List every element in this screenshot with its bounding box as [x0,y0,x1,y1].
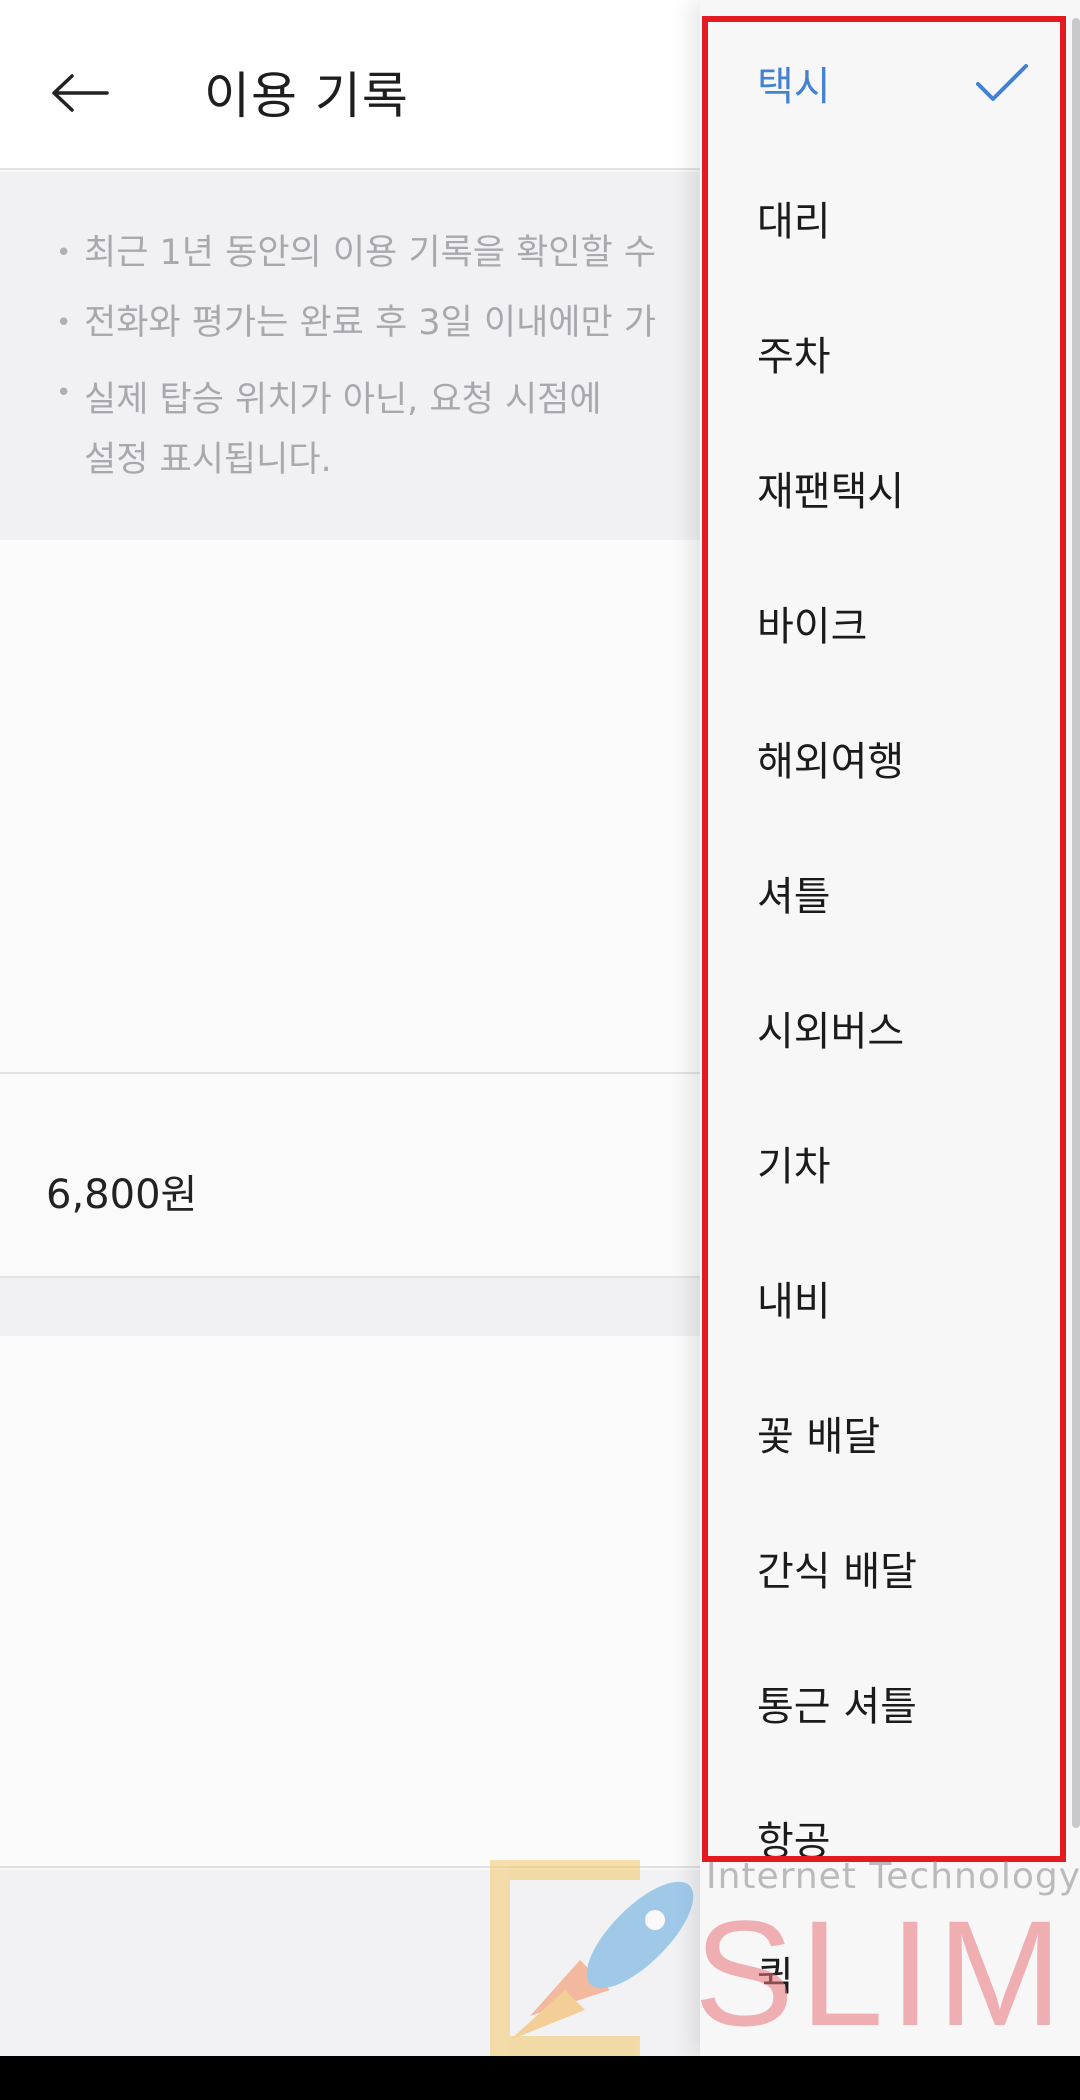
menu-item-driver[interactable]: 대리 [700,150,1080,285]
menu-item-label: 주차 [757,333,831,380]
menu-item-flower-delivery[interactable]: 꽃 배달 [700,1365,1080,1500]
bullet: • [56,308,72,338]
menu-item-label: 바이크 [757,603,868,650]
menu-item-bike[interactable]: 바이크 [700,555,1080,690]
system-nav-bar [0,2056,1080,2100]
bullet: • [56,238,72,268]
back-button[interactable] [44,58,116,128]
menu-item-label: 해외여행 [757,738,905,785]
watermark-brand: SLIM [694,1889,1069,2057]
service-dropdown-menu[interactable]: 택시 대리 주차 재팬택시 바이크 해외여행 셔틀 시외버스 기차 내비 꽃 배… [700,0,1080,2056]
menu-item-label: 재팬택시 [757,468,905,515]
menu-item-shuttle[interactable]: 셔틀 [700,825,1080,960]
menu-item-parking[interactable]: 주차 [700,285,1080,420]
arrow-left-icon [52,74,109,112]
menu-item-label: 꽃 배달 [757,1413,881,1460]
notice-text: 실제 탑승 위치가 아닌, 요청 시점에 설정 표시됩니다. [84,380,602,480]
menu-item-label: 통근 셔틀 [757,1683,917,1730]
menu-item-navi[interactable]: 내비 [700,1230,1080,1365]
bullet: • [56,378,72,408]
ride-price: 6,800원 [46,1172,198,1218]
menu-item-train[interactable]: 기차 [700,1095,1080,1230]
menu-item-intercity-bus[interactable]: 시외버스 [700,960,1080,1095]
menu-item-label: 시외버스 [757,1008,905,1055]
menu-item-label: 택시 [757,63,831,110]
check-icon [976,63,1028,101]
page-title: 이용 기록 [204,67,409,125]
menu-item-label: 내비 [757,1278,831,1325]
menu-item-japan-taxi[interactable]: 재팬택시 [700,420,1080,555]
menu-item-commute-shuttle[interactable]: 통근 셔틀 [700,1635,1080,1770]
menu-item-label: 기차 [757,1143,831,1190]
scrollbar[interactable] [1072,18,1080,1828]
menu-item-overseas-travel[interactable]: 해외여행 [700,690,1080,825]
menu-item-label: 대리 [757,198,831,245]
menu-item-snack-delivery[interactable]: 간식 배달 [700,1500,1080,1635]
menu-item-taxi[interactable]: 택시 [700,15,1080,150]
menu-item-label: 간식 배달 [757,1548,917,1595]
menu-item-label: 셔틀 [757,873,831,920]
